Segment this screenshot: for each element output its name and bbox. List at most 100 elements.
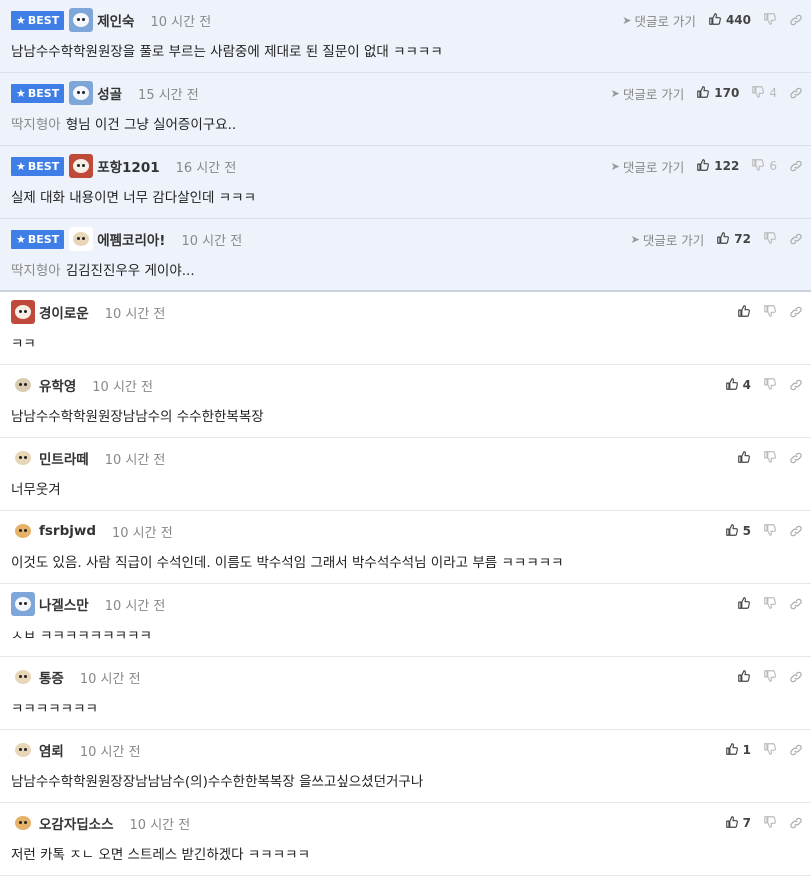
comment-time: 10 시간 전 [104,306,166,322]
go-to-reply-link[interactable]: ➤ 댓글로 가기 [611,157,685,176]
dislike-button[interactable] [763,596,777,613]
dislike-button[interactable] [763,450,777,467]
blue-dog-avatar[interactable] [11,592,35,616]
comment-text: ㅅㅂ ㅋㅋㅋㅋㅋㅋㅋㅋㅋ [11,628,152,644]
comment-actions: 1 [725,738,803,762]
author-nickname[interactable]: 성골 [97,83,122,103]
like-button[interactable] [737,669,751,686]
comment-time: 10 시간 전 [92,379,153,395]
comment: 경이로운 10 시간 전 ㅋㅋ [0,292,811,365]
link-icon[interactable] [789,816,803,830]
link-icon[interactable] [789,670,803,684]
link-icon[interactable] [789,86,803,100]
thumbs-up-icon [725,377,739,394]
go-to-reply-link[interactable]: ➤ 댓글로 가기 [622,11,696,30]
dislike-button[interactable] [763,523,777,540]
comment: 나겔스만 10 시간 전 ㅅㅂ ㅋㅋㅋㅋㅋㅋㅋㅋㅋ [0,584,811,657]
comment-text: 형님 이건 그냥 실어증이구요.. [65,117,237,133]
like-button[interactable]: 4 [725,377,751,394]
dislike-button[interactable] [763,669,777,686]
comment-text: 실제 대화 내용이면 너무 감다살인데 ㅋㅋㅋ [11,190,257,206]
comment-time: 10 시간 전 [129,817,191,833]
comment-body: 너무웃겨 [11,478,791,498]
like-button[interactable]: 1 [725,742,751,759]
dislike-button[interactable] [763,742,777,759]
thumbs-up-icon [737,450,751,467]
puppy-avatar[interactable] [69,227,94,251]
go-to-reply-link[interactable]: ➤ 댓글로 가기 [631,230,705,249]
puppy-avatar[interactable] [11,738,35,762]
link-icon[interactable] [789,305,803,319]
like-button[interactable]: 440 [708,12,751,29]
like-button[interactable]: 7 [725,815,751,832]
comment-text: ㅋㅋ [11,336,36,352]
author-nickname[interactable]: 민트라떼 [39,448,89,468]
link-icon[interactable] [789,451,803,465]
blue-dog-avatar[interactable] [69,81,94,105]
puppy-avatar[interactable] [11,665,35,689]
author-nickname[interactable]: 제인숙 [97,10,134,30]
comment-text: ㅋㅋㅋㅋㅋㅋㅋ [11,701,98,717]
link-icon[interactable] [789,743,803,757]
like-button[interactable] [737,596,751,613]
red-dog-avatar[interactable] [69,154,94,178]
thumbs-up-icon [725,815,739,832]
comment-meta: ★ BEST 포항1201 16 시간 전 ➤ 댓글로 가기 122 6 [11,154,811,178]
author-nickname[interactable]: 오감자딥소스 [39,813,114,833]
author-nickname[interactable]: 유학영 [39,375,76,395]
author-nickname[interactable]: 통증 [39,667,64,687]
dislike-button[interactable] [763,377,777,394]
thumbs-up-icon [708,12,722,29]
author-nickname[interactable]: 경이로운 [39,302,89,322]
red-dog-avatar[interactable] [11,300,35,324]
thumbs-down-icon [763,596,777,613]
thumbs-down-icon [763,450,777,467]
author-nickname[interactable]: 에펨코리아! [97,229,165,249]
like-button[interactable]: 170 [696,85,739,102]
author-nickname[interactable]: 나겔스만 [39,594,89,614]
dislike-button[interactable] [763,231,777,248]
thumbs-down-icon [751,158,765,175]
dislike-button[interactable] [763,304,777,321]
like-button[interactable]: 72 [716,231,751,248]
link-icon[interactable] [789,232,803,246]
dislike-button[interactable]: 6 [751,158,777,175]
comment-actions [737,665,803,689]
best-label: BEST [27,86,60,100]
comment-meta: 유학영 10 시간 전 4 [11,373,811,397]
like-button[interactable]: 122 [696,158,739,175]
comment-body: 실제 대화 내용이면 너무 감다살인데 ㅋㅋㅋ [11,186,791,206]
comment-actions [737,300,803,324]
link-icon[interactable] [789,159,803,173]
fox-avatar[interactable] [11,811,35,835]
best-badge: ★ BEST [11,156,65,176]
like-button[interactable]: 5 [725,523,751,540]
comment-body: ㅅㅂ ㅋㅋㅋㅋㅋㅋㅋㅋㅋ [11,624,791,644]
link-icon[interactable] [789,597,803,611]
like-button[interactable] [737,304,751,321]
dislike-button[interactable] [763,815,777,832]
go-to-reply-link[interactable]: ➤ 댓글로 가기 [611,84,685,103]
blue-dog-avatar[interactable] [69,8,94,32]
reply-mention[interactable]: 딱지형아 [11,263,61,279]
best-badge: ★ BEST [11,229,65,249]
link-icon[interactable] [789,378,803,392]
send-arrow-icon: ➤ [610,159,620,173]
author-nickname[interactable]: 염뢰 [39,740,64,760]
author-nickname[interactable]: 포항1201 [97,156,159,176]
reply-mention[interactable]: 딱지형아 [11,117,61,133]
puppy-avatar[interactable] [11,446,35,470]
fox-avatar[interactable] [11,519,35,543]
like-count: 5 [742,524,751,538]
dislike-button[interactable] [763,12,777,29]
egg-avatar[interactable] [11,373,35,397]
link-icon[interactable] [789,524,803,538]
comment-meta: 경이로운 10 시간 전 [11,300,811,324]
like-button[interactable] [737,450,751,467]
comment: 민트라떼 10 시간 전 너무웃겨 [0,438,811,511]
author-nickname[interactable]: fsrbjwd [39,523,96,539]
dislike-button[interactable]: 4 [751,85,777,102]
star-icon: ★ [16,86,26,100]
link-icon[interactable] [789,13,803,27]
best-comment: ★ BEST 포항1201 16 시간 전 ➤ 댓글로 가기 122 6 실제 대화 내용이면 … [0,146,811,219]
